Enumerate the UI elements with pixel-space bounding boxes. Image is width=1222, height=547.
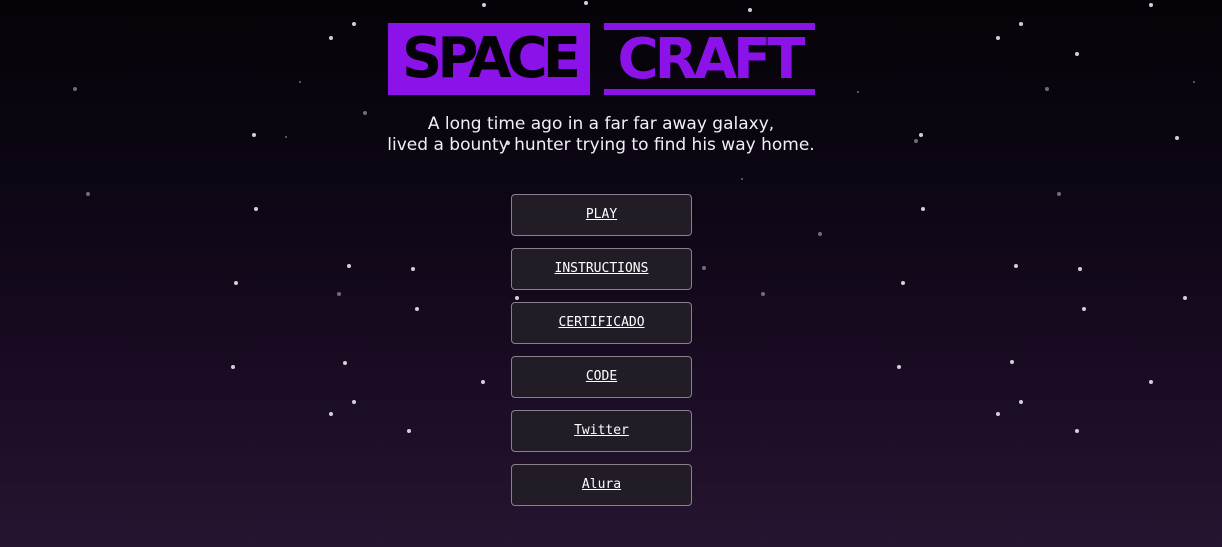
star [818, 232, 822, 236]
star [299, 81, 301, 83]
code-button[interactable]: CODE [511, 356, 692, 398]
star [1019, 400, 1023, 404]
star [761, 292, 765, 296]
star [352, 22, 356, 26]
star [1149, 3, 1153, 7]
star [254, 207, 258, 211]
star [234, 281, 238, 285]
star [231, 365, 235, 369]
twitter-button[interactable]: Twitter [511, 410, 692, 452]
logo-craft-text: CRAFT [604, 23, 815, 95]
star [584, 1, 588, 5]
star [748, 8, 752, 12]
star [702, 266, 706, 270]
star [343, 361, 347, 365]
tagline-line-1: A long time ago in a far far away galaxy… [427, 114, 775, 134]
star [1075, 52, 1079, 56]
star [329, 36, 333, 40]
star [1149, 380, 1153, 384]
star [415, 307, 419, 311]
main-menu: PLAY INSTRUCTIONS CERTIFICADO CODE Twitt… [511, 194, 692, 518]
game-logo: SPACE CRAFT [388, 23, 815, 95]
star [482, 3, 486, 7]
star [352, 400, 356, 404]
star [1193, 81, 1195, 83]
star [921, 207, 925, 211]
star [1078, 267, 1082, 271]
star [1057, 192, 1061, 196]
star [86, 192, 90, 196]
star [897, 365, 901, 369]
certificado-button[interactable]: CERTIFICADO [511, 302, 692, 344]
star [411, 267, 415, 271]
star [996, 36, 1000, 40]
star [1010, 360, 1014, 364]
star [1045, 87, 1049, 91]
star [741, 178, 743, 180]
tagline: A long time ago in a far far away galaxy… [0, 114, 1202, 156]
star [329, 412, 333, 416]
alura-button[interactable]: Alura [511, 464, 692, 506]
star [901, 281, 905, 285]
logo-space-text: SPACE [388, 23, 590, 95]
star [1014, 264, 1018, 268]
star [996, 412, 1000, 416]
star [1082, 307, 1086, 311]
instructions-button[interactable]: INSTRUCTIONS [511, 248, 692, 290]
star [347, 264, 351, 268]
star [337, 292, 341, 296]
tagline-line-2: lived a bounty hunter trying to find his… [387, 135, 815, 155]
star [73, 87, 77, 91]
play-button[interactable]: PLAY [511, 194, 692, 236]
star [1075, 429, 1079, 433]
star [1019, 22, 1023, 26]
star [481, 380, 485, 384]
star [857, 91, 859, 93]
star [407, 429, 411, 433]
star [1183, 296, 1187, 300]
